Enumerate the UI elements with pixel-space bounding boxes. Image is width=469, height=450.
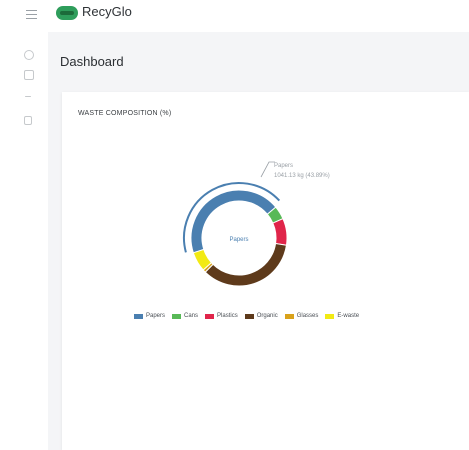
legend-item-glasses[interactable]: Glasses (284, 313, 319, 319)
legend-label: E-waste (337, 313, 360, 319)
legend-swatch (325, 313, 335, 319)
legend-item-cans[interactable]: Cans (172, 313, 198, 319)
list-icon[interactable] (24, 70, 34, 80)
legend-label: Papers (146, 313, 166, 319)
legend-item-plastics[interactable]: Plastics (205, 313, 238, 319)
legend-label: Glasses (296, 313, 319, 319)
waste-composition-card: WASTE COMPOSITION (%) Papers 1041.13 kg … (62, 92, 469, 450)
legend-item-e-waste[interactable]: E-waste (325, 313, 359, 319)
legend-swatch (244, 313, 254, 319)
legend-item-organic[interactable]: Organic (244, 313, 278, 319)
dashboard-header: Dashboard (48, 32, 469, 90)
legend-label: Plastics (217, 313, 238, 319)
slice-papers[interactable] (190, 189, 277, 254)
home-icon[interactable] (24, 50, 34, 60)
legend-swatch (205, 313, 215, 319)
donut-chart: Papers 1041.13 kg (43.89%) Papers (183, 161, 330, 287)
legend-label: Organic (256, 313, 278, 319)
page-title: Dashboard (60, 54, 124, 69)
tooltip-leader-line (260, 161, 275, 178)
menu-icon[interactable] (26, 10, 37, 19)
document-icon[interactable] (24, 116, 32, 125)
slice-plastics[interactable] (272, 217, 288, 246)
chart-legend: Papers Cans Plastics Organic Glasses E-waste (134, 313, 359, 319)
legend-swatch (134, 313, 143, 319)
brand-name: RecyGlo (82, 4, 132, 19)
legend-swatch (172, 313, 182, 319)
top-bar: RecyGlo (0, 0, 469, 32)
donut-center-label: Papers (229, 237, 248, 243)
app: RecyGlo Dashboard WASTE COMPOSITION (%) … (0, 0, 469, 450)
legend-label: Cans (184, 313, 199, 319)
sidebar (0, 32, 48, 450)
chart-icon[interactable] (25, 96, 31, 97)
tooltip-value: 1041.13 kg (43.89%) (274, 173, 330, 179)
recyglo-logo (56, 6, 78, 20)
slice-organic[interactable] (204, 242, 288, 287)
legend-swatch (284, 313, 294, 319)
tooltip-title: Papers (274, 163, 293, 169)
legend-item-papers[interactable]: Papers (134, 313, 165, 319)
